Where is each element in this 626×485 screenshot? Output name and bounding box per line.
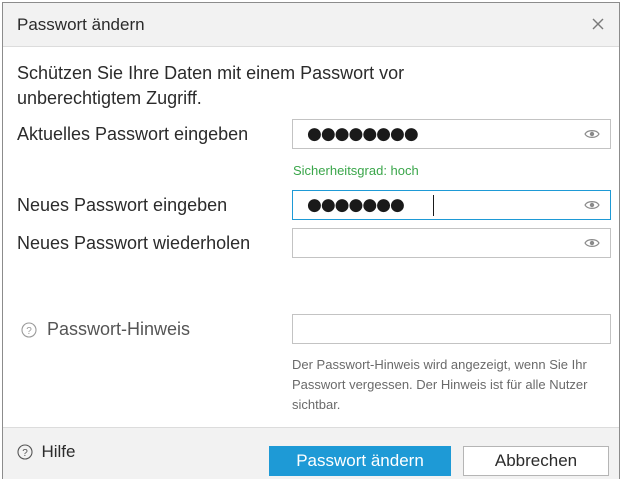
new-password-input[interactable]: ●●●●●●● bbox=[292, 190, 611, 220]
change-password-dialog: Passwort ändern Schützen Sie Ihre Daten … bbox=[2, 2, 620, 479]
show-current-password-button[interactable] bbox=[584, 128, 600, 140]
password-hint-description: Der Passwort-Hinweis wird angezeigt, wen… bbox=[292, 357, 588, 412]
change-password-button[interactable]: Passwort ändern bbox=[269, 446, 451, 476]
close-button[interactable] bbox=[587, 13, 609, 35]
title-bar: Passwort ändern bbox=[3, 3, 619, 47]
new-password-label: Neues Passwort eingeben bbox=[17, 195, 228, 215]
hint-info-button[interactable]: ? bbox=[21, 322, 37, 338]
strength-indicator: Sicherheitsgrad: hoch bbox=[293, 163, 419, 178]
repeat-password-label: Neues Passwort wiederholen bbox=[17, 233, 251, 253]
current-password-label: Aktuelles Passwort eingeben bbox=[17, 124, 249, 144]
cancel-button[interactable]: Abbrechen bbox=[463, 446, 609, 476]
dialog-title: Passwort ändern bbox=[17, 15, 145, 34]
password-hint-label: Passwort-Hinweis bbox=[47, 319, 191, 339]
question-circle-icon: ? bbox=[21, 322, 37, 338]
new-password-value: ●●●●●●● bbox=[307, 195, 405, 215]
eye-icon bbox=[584, 239, 600, 247]
close-icon bbox=[592, 18, 604, 30]
eye-icon bbox=[584, 130, 600, 138]
svg-text:?: ? bbox=[26, 326, 32, 337]
show-new-password-button[interactable] bbox=[584, 199, 600, 211]
current-password-value: ●●●●●●●● bbox=[307, 124, 419, 144]
current-password-input[interactable]: ●●●●●●●● bbox=[292, 119, 611, 149]
question-circle-icon: ? bbox=[17, 444, 33, 460]
show-repeat-password-button[interactable] bbox=[584, 237, 600, 249]
svg-text:?: ? bbox=[22, 448, 28, 459]
text-caret bbox=[433, 195, 434, 216]
help-link[interactable]: ? Hilfe bbox=[17, 442, 75, 464]
password-hint-input[interactable] bbox=[292, 314, 611, 344]
help-label: Hilfe bbox=[41, 442, 76, 461]
repeat-password-input[interactable] bbox=[292, 228, 611, 258]
intro-text: Schützen Sie Ihre Daten mit einem Passwo… bbox=[17, 63, 405, 108]
eye-icon bbox=[584, 201, 600, 209]
dialog-footer: ? Hilfe Passwort ändern Abbrechen bbox=[3, 427, 619, 479]
